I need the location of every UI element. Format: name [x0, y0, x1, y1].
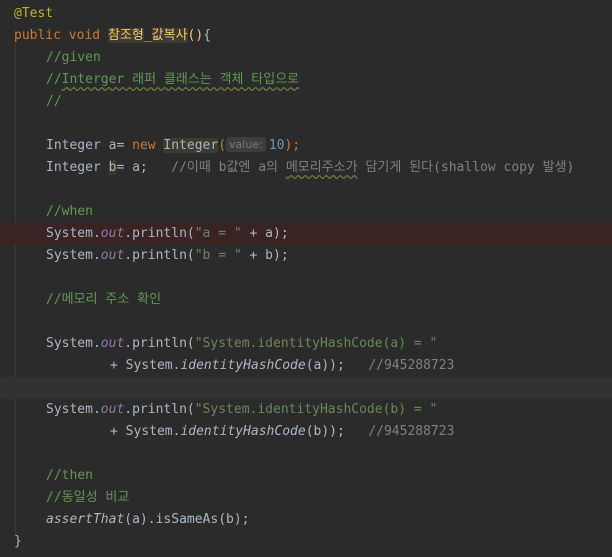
comment-integer-slashes: //: [46, 72, 62, 87]
code-line-annotation[interactable]: @Test: [0, 3, 612, 25]
comment-integer-word: Interger: [61, 72, 125, 87]
assign-a: = a;: [116, 160, 148, 175]
comment-shallow-copy-prefix: //이때 b값엔 a의: [171, 160, 286, 175]
code-line-comment-memory[interactable]: //메모리 주소 확인: [0, 289, 612, 311]
identity-hash-code-call: identityHashCode: [180, 424, 306, 439]
comment-hash-value-a: //945288723: [368, 358, 455, 373]
static-field-out: out: [100, 226, 125, 241]
code-line-comment-identity[interactable]: //동일성 비교: [0, 487, 612, 509]
concat-system: + System.: [110, 358, 181, 373]
keyword-void: void: [68, 28, 101, 43]
println-call: .println(: [124, 402, 195, 417]
code-line-declare-a[interactable]: Integer a= new Integer(value: 10);: [0, 135, 612, 157]
assert-that-call: assertThat: [46, 512, 125, 527]
comment-identity-compare: //동일성 비교: [46, 490, 130, 505]
string-literal-a: "a = ": [194, 226, 242, 241]
hash-a-args: (a));: [305, 358, 345, 373]
paren-open: (: [218, 138, 227, 153]
code-line-comment-then[interactable]: //then: [0, 465, 612, 487]
constructor-integer: Integer: [163, 138, 219, 153]
code-line-closing-brace[interactable]: }: [0, 531, 612, 553]
comment-then: //then: [46, 468, 93, 483]
string-literal-b: "b = ": [194, 248, 242, 263]
comment-hash-value-b: //945288723: [368, 424, 455, 439]
code-line-comment-given[interactable]: //given: [0, 47, 612, 69]
comment-shallow-copy-rest: 담기게 된다(shallow copy 발생): [357, 160, 575, 175]
code-line-method-signature[interactable]: public void 참조형_값복사(){: [0, 25, 612, 47]
parameter-hint-value: value:: [226, 137, 266, 152]
method-name-separator: _: [143, 28, 152, 43]
code-line-hash-b[interactable]: System.out.println("System.identityHashC…: [0, 399, 612, 421]
println-b-rest: + b);: [241, 248, 289, 263]
number-literal-10: 10: [268, 138, 285, 153]
code-line-current-caret[interactable]: [0, 377, 612, 399]
code-line-hash-a[interactable]: System.out.println("System.identityHashC…: [0, 333, 612, 355]
system-class: System.: [46, 248, 101, 263]
annotation-test: @Test: [14, 6, 54, 21]
string-literal-hash-b: "System.identityHashCode(b) = ": [194, 402, 438, 417]
method-brace-open: {: [203, 28, 212, 43]
code-line-declare-b[interactable]: Integer b= a; //이때 b값엔 a의 메모리주소가 담기게 된다(…: [0, 157, 612, 179]
system-class: System.: [46, 226, 101, 241]
code-line-comment-when[interactable]: //when: [0, 201, 612, 223]
system-class: System.: [46, 402, 101, 417]
println-call: .println(: [124, 226, 195, 241]
code-line-println-a[interactable]: System.out.println("a = " + a);: [0, 223, 612, 245]
comment-integer-rest: 래퍼 클래스는 객체 타입으로: [124, 72, 300, 87]
identity-hash-code-call: identityHashCode: [180, 358, 306, 373]
code-line-comment-integer[interactable]: //Interger 래퍼 클래스는 객체 타입으로: [0, 69, 612, 91]
comment-shallow-copy-word: 메모리주소가: [285, 160, 358, 175]
code-line-hash-a-continuation[interactable]: + System.identityHashCode(a)); //9452887…: [0, 355, 612, 377]
println-a-rest: + a);: [241, 226, 289, 241]
method-name-part-a: 참조형: [107, 28, 144, 43]
code-editor[interactable]: @Test public void 참조형_값복사(){ //given //I…: [0, 0, 612, 557]
method-name-part-b: 값복사: [151, 28, 188, 43]
method-brace-close: }: [14, 534, 22, 549]
code-line-assert[interactable]: assertThat(a).isSameAs(b);: [0, 509, 612, 531]
concat-system: + System.: [110, 424, 181, 439]
keyword-new: new: [132, 138, 156, 153]
comment-given: //given: [46, 50, 101, 65]
comment-memory-check: //메모리 주소 확인: [46, 292, 162, 307]
code-line-hash-b-continuation[interactable]: + System.identityHashCode(b)); //9452887…: [0, 421, 612, 443]
static-field-out: out: [100, 336, 125, 351]
hash-b-args: (b));: [305, 424, 345, 439]
keyword-public: public: [14, 28, 61, 43]
assert-rest: (a).isSameAs(b);: [124, 512, 250, 527]
static-field-out: out: [100, 248, 125, 263]
type-integer: Integer: [46, 160, 101, 175]
type-integer: Integer: [46, 138, 101, 153]
string-literal-hash-a: "System.identityHashCode(a) = ": [194, 336, 438, 351]
statement-end: );: [284, 138, 301, 153]
println-call: .println(: [124, 248, 195, 263]
println-call: .println(: [124, 336, 195, 351]
comment-when: //when: [46, 204, 93, 219]
code-line-comment-empty[interactable]: //: [0, 91, 612, 113]
static-field-out: out: [100, 402, 125, 417]
comment-empty: //: [46, 94, 62, 109]
variable-a: a=: [100, 138, 133, 153]
code-line-println-b[interactable]: System.out.println("b = " + b);: [0, 245, 612, 267]
system-class: System.: [46, 336, 101, 351]
method-parens: (): [187, 28, 204, 43]
